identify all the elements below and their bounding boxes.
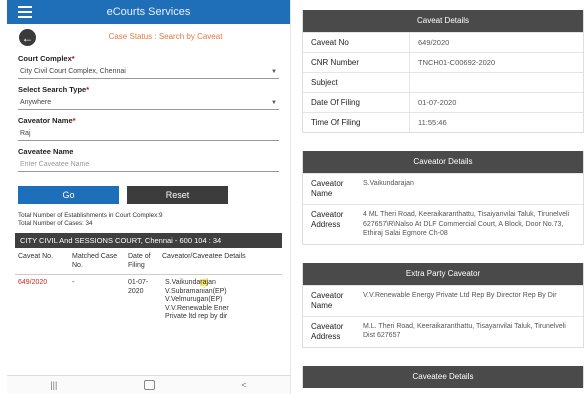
caveatee-details-header: Caveatee Details [303,365,583,388]
caveator-address-value: 4 ML Theri Road, Keeraikaranthattu, Tisa… [363,211,570,237]
caveator-address-label: Caveator Address [311,210,344,229]
caveat-no-value: 649/2020 [418,38,450,47]
mobile-screen: eCourts Services ← Case Status : Search … [7,0,291,394]
caveatee-name-input[interactable]: Enter Caveatee Name [18,158,279,172]
table-row[interactable]: 649/2020 - 01-07-2020 S.Vaikundarajan V.… [15,275,282,326]
caveat-details-header: Caveat Details [303,10,583,32]
subject-value [410,73,583,92]
caveator-name-value: S.Vaikundarajan [363,180,414,187]
search-highlight: raj [200,279,209,286]
header-date-filing: Date of Filing [128,253,151,269]
court-complex-select[interactable]: City Civil Court Complex, Chennai ▼ [18,65,279,79]
time-of-filing-row: Time Of Filing 11:55:46 [303,112,583,132]
details-line: V.Velmurugan(EP) [165,296,223,303]
date-of-filing-value: 01-07-2020 [418,98,457,107]
header-caveat-no: Caveat No. [18,253,54,260]
search-type-label: Select Search Type* [18,85,90,94]
extra-party-address-row: Caveator Address M.L. Theri Road, Keerai… [303,315,583,347]
caveat-details-section: Caveat Details Caveat No 649/2020 CNR Nu… [302,10,584,133]
extra-party-name-label: Caveator Name [311,290,344,310]
time-of-filing-label: Time Of Filing [303,113,410,132]
go-button[interactable]: Go [18,186,119,204]
search-type-select[interactable]: Anywhere ▼ [18,96,279,110]
total-establishments: Total Number of Establishments in Court … [18,212,163,219]
details-line: Private ltd rep by dir [165,313,228,320]
search-form: Court Complex* City Civil Court Complex,… [7,54,290,228]
total-cases: Total Number of Cases: 34 [18,220,93,227]
app-title: eCourts Services [106,6,191,18]
recent-apps-icon[interactable]: ||| [50,380,57,390]
caveat-no-row: Caveat No 649/2020 [303,32,583,52]
caveatee-name-label: Caveatee Name [18,147,74,156]
date-of-filing-label: Date Of Filing [303,93,410,112]
cnr-number-row: CNR Number TNCH01-C00692-2020 [303,52,583,72]
extra-party-address-value: M.L. Theri Road, Keeraikaranthattu, Tisa… [363,322,566,340]
extra-party-section: Extra Party Caveator Caveator Name V.V.R… [302,262,584,348]
header-details: Caveator/Caveatee Details [162,253,246,260]
table-header: Caveat No. Matched Case No. Date of Fili… [15,248,282,275]
caveator-details-header: Caveator Details [303,151,583,173]
search-type-value: Anywhere [20,99,52,106]
subject-row: Subject [303,72,583,92]
back-arrow-icon[interactable]: ← [19,29,36,46]
caveator-address-row: Caveator Address 4 ML Theri Road, Keerai… [303,204,583,244]
court-name-bar[interactable]: CITY CIVIL And SESSIONS COURT, Chennai -… [15,233,282,248]
details-panel: Caveat Details Caveat No 649/2020 CNR Nu… [302,10,584,388]
totals: Total Number of Establishments in Court … [18,212,279,228]
court-complex-value: City Civil Court Complex, Chennai [20,68,126,75]
app-bar: eCourts Services [7,0,290,24]
cnr-number-label: CNR Number [303,53,410,72]
android-nav-bar: ||| < [7,375,290,394]
back-nav-icon[interactable]: < [241,380,246,390]
button-row: Go Reset [18,186,279,204]
details-line: V.V.Renewable Ener [165,304,229,312]
header-matched-case: Matched Case No. [72,253,118,269]
page-heading: Case Status : Search by Caveat [108,32,223,41]
extra-party-address-label: Caveator Address [311,321,344,341]
cnr-number-value: TNCH01-C00692-2020 [418,58,496,67]
extra-party-header: Extra Party Caveator [303,262,583,285]
date-filing-cell: 01-07-2020 [128,279,149,295]
caveator-name-row: Caveator Name S.Vaikundarajan [303,173,583,204]
back-row: ← Case Status : Search by Caveat [7,24,290,48]
time-of-filing-value: 11:55:46 [418,118,447,127]
subject-label: Subject [303,73,410,92]
matched-case-cell: - [72,279,75,286]
reset-button[interactable]: Reset [127,186,228,204]
extra-party-name-row: Caveator Name V.V.Renewable Energy Priva… [303,284,583,316]
caveator-name-label: Caveator Name [311,179,344,198]
details-cell: S.Vaikundarajan V.Subramanian(EP) V.Velm… [159,279,282,322]
caveator-details-section: Caveator Details Caveator Name S.Vaikund… [302,151,584,245]
caveator-name-input[interactable]: Raj [18,127,279,141]
caveat-no-label: Caveat No [303,33,410,52]
details-line: V.Subramanian(EP) [165,287,227,295]
court-complex-label: Court Complex* [18,54,75,63]
extra-party-name-value: V.V.Renewable Energy Private Ltd Rep By … [363,291,557,299]
caveat-no-link[interactable]: 649/2020 [15,279,69,322]
caveator-name-label: Caveator Name* [18,116,76,125]
date-of-filing-row: Date Of Filing 01-07-2020 [303,92,583,112]
caveatee-details-section: Caveatee Details [302,365,584,388]
details-first-line: S.Vaikundarajan [165,279,216,286]
dropdown-caret-icon: ▼ [271,68,277,75]
dropdown-caret-icon: ▼ [271,99,277,106]
home-icon[interactable] [143,380,155,390]
results-table: Caveat No. Matched Case No. Date of Fili… [15,248,282,326]
